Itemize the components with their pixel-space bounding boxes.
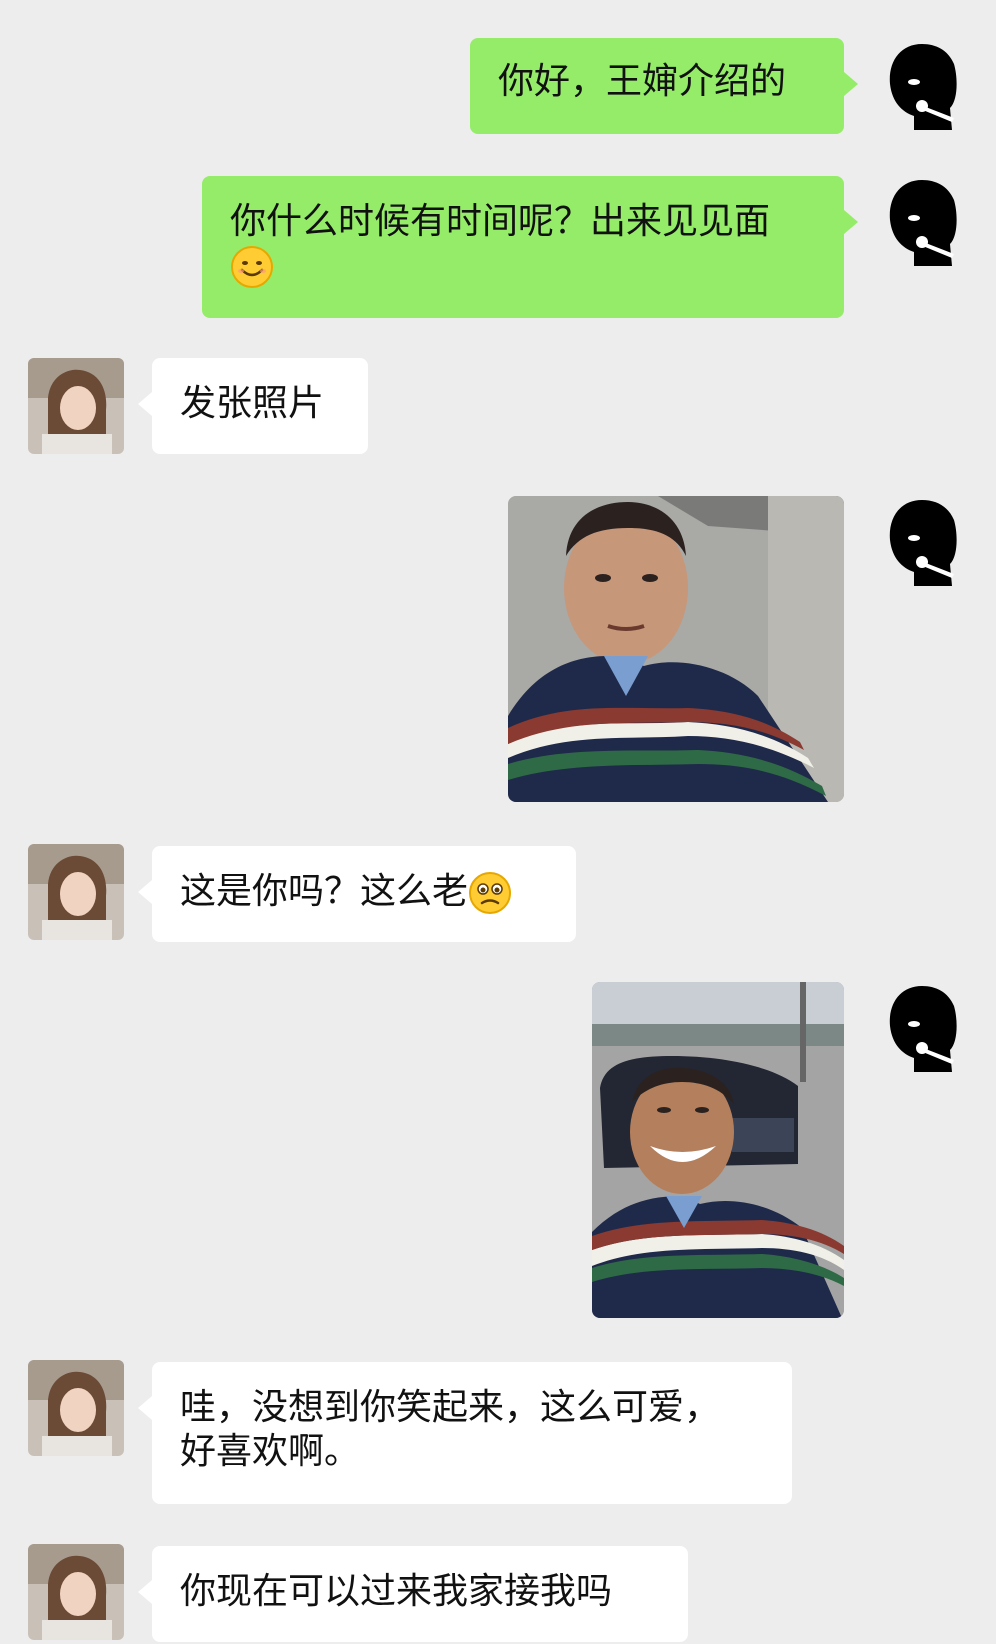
- woman-photo-avatar-icon: [28, 1544, 124, 1640]
- message-text: 这是你吗？这么老: [180, 871, 469, 912]
- message-text: 你什么时候有时间呢？出来见见面: [230, 201, 771, 242]
- woman-photo-avatar-icon: [28, 358, 124, 454]
- contact-avatar[interactable]: [28, 358, 124, 454]
- woman-photo-avatar-icon: [28, 844, 124, 940]
- chat-conversation: 你好，王婶介绍的 你什么时候有时间呢？出来见见面 发张照片 这是你吗？这么老 哇…: [0, 0, 996, 1644]
- sent-photo-message[interactable]: [508, 496, 844, 802]
- received-message-bubble[interactable]: 发张照片: [138, 358, 368, 454]
- smile-emoji-icon: [231, 246, 273, 288]
- received-message-bubble[interactable]: 哇，没想到你笑起来，这么可爱， 好喜欢啊。: [138, 1362, 792, 1504]
- self-avatar[interactable]: [874, 38, 970, 134]
- sent-photo-message[interactable]: [592, 982, 844, 1318]
- black-silhouette-avatar-icon: [874, 38, 970, 134]
- contact-avatar[interactable]: [28, 1544, 124, 1640]
- contact-avatar[interactable]: [28, 844, 124, 940]
- self-avatar[interactable]: [874, 494, 970, 590]
- message-text: 发张照片: [180, 383, 325, 424]
- self-avatar[interactable]: [874, 980, 970, 1076]
- sent-message-bubble[interactable]: 你什么时候有时间呢？出来见见面: [202, 176, 858, 318]
- self-avatar[interactable]: [874, 174, 970, 270]
- message-text-line-2: 好喜欢啊。: [180, 1431, 361, 1472]
- selfie-photo-serious-image: [508, 496, 844, 802]
- message-text: 你现在可以过来我家接我吗: [180, 1571, 613, 1612]
- woman-photo-avatar-icon: [28, 1360, 124, 1456]
- contact-avatar[interactable]: [28, 1360, 124, 1456]
- received-message-bubble[interactable]: 你现在可以过来我家接我吗: [138, 1546, 688, 1642]
- worried-emoji-icon: [469, 872, 512, 914]
- black-silhouette-avatar-icon: [874, 980, 970, 1076]
- black-silhouette-avatar-icon: [874, 174, 970, 270]
- selfie-photo-smiling-with-car-image: [592, 982, 844, 1318]
- received-message-bubble[interactable]: 这是你吗？这么老: [138, 846, 576, 942]
- message-text-line-1: 哇，没想到你笑起来，这么可爱，: [180, 1387, 721, 1428]
- black-silhouette-avatar-icon: [874, 494, 970, 590]
- sent-message-bubble[interactable]: 你好，王婶介绍的: [470, 38, 858, 134]
- message-text: 你好，王婶介绍的: [498, 61, 787, 102]
